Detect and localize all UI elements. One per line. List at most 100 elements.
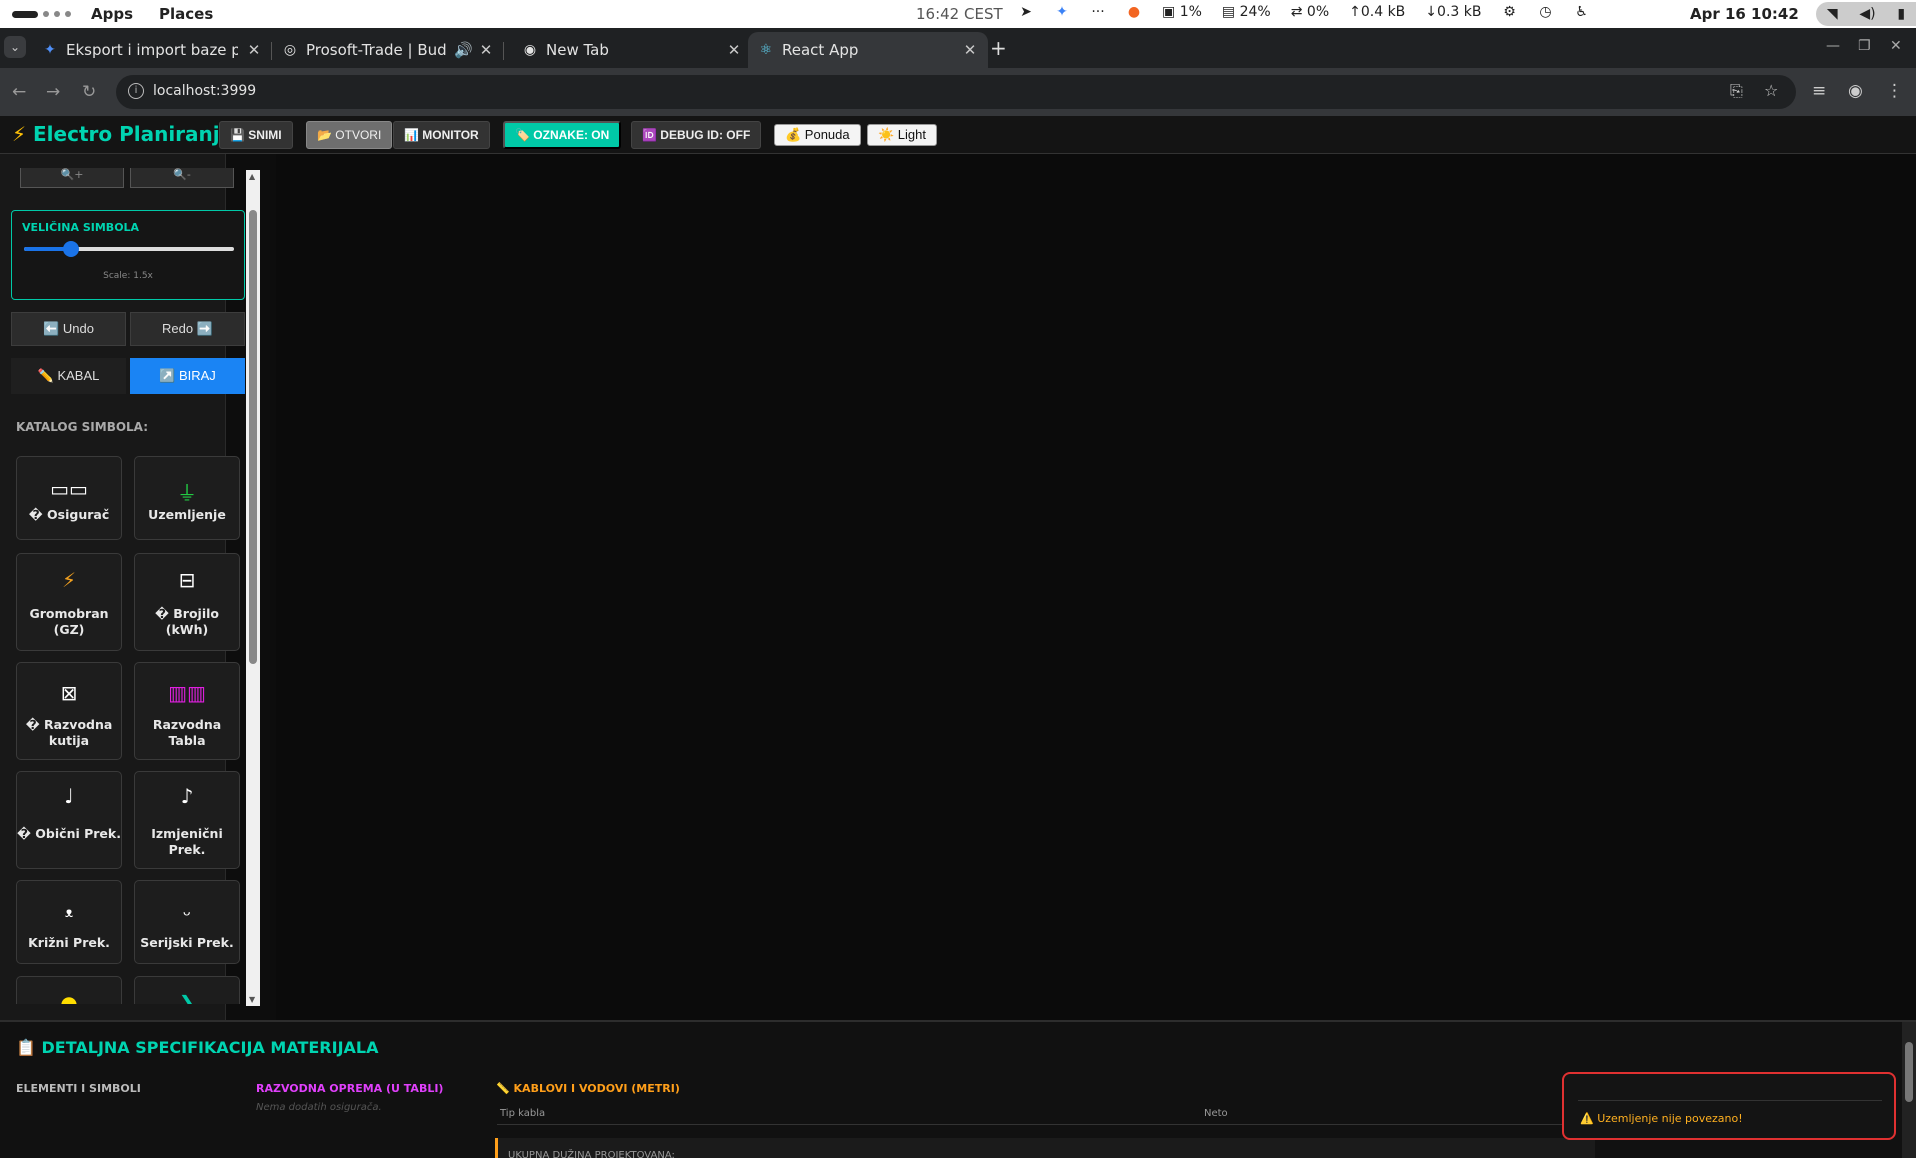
chrome-icon: ◉ <box>523 42 537 58</box>
memory-icon: ▤ <box>1221 4 1236 20</box>
symbol-name: � Brojilo (kWh) <box>155 606 219 637</box>
accessibility-icon[interactable]: ♿ <box>1573 4 1589 20</box>
globe-icon: ◎ <box>283 42 297 58</box>
alert-icon[interactable]: ● <box>1126 4 1142 20</box>
symbol-card-simple-switch[interactable]: ♩ � Obični Prek. <box>16 771 122 869</box>
swap-indicator: ⇄ 0% <box>1290 4 1330 20</box>
net-down-indicator: ↓0.3 kB <box>1425 4 1482 20</box>
battery-icon: ▮ <box>1897 6 1906 22</box>
cable-net-header: Neto <box>1204 1108 1228 1119</box>
browser-toolbar: ← → ↻ i localhost:3999 ⎘ ☆ ≡ ◉ ⋮ <box>0 68 1916 116</box>
close-icon[interactable]: ✕ <box>478 41 494 59</box>
symbol-card-cross-switch[interactable]: ᵜ Križni Prek. <box>16 880 122 964</box>
symbol-card-meter[interactable]: ⊟ � Brojilo (kWh) <box>134 553 240 651</box>
meter-icon: ⊟ <box>178 568 196 592</box>
new-tab-button[interactable]: + <box>990 36 1007 60</box>
clock-icon[interactable]: ◷ <box>1537 4 1553 20</box>
simple-switch-icon: ♩ <box>64 784 74 808</box>
react-icon: ⚛ <box>759 42 773 58</box>
sidebar-scrollbar[interactable]: ▲ ▼ <box>246 170 260 1006</box>
symbol-name: Izmjenični Prek. <box>151 826 223 857</box>
close-icon[interactable]: ✕ <box>726 41 742 59</box>
close-icon[interactable]: ✕ <box>962 41 978 59</box>
fuse-icon: ▭▭ <box>50 477 88 501</box>
sparkle-icon[interactable]: ✦ <box>1054 4 1070 20</box>
install-app-icon[interactable]: ⎘ <box>1730 81 1743 101</box>
drawing-canvas[interactable] <box>276 154 1916 1020</box>
monitor-button[interactable]: 📊 MONITOR <box>393 121 490 149</box>
cross-switch-icon: ᵜ <box>65 903 73 927</box>
warning-toast: ⚠️ Uzemljenje nije povezano! <box>1562 1072 1896 1140</box>
total-length-row: UKUPNA DUŽINA PROJEKTOVANA: <box>495 1138 1595 1158</box>
profile-icon[interactable]: ◉ <box>1848 81 1863 101</box>
extension-icon[interactable]: ⚙ <box>1501 4 1517 20</box>
offer-button[interactable]: 💰 Ponuda <box>774 124 861 146</box>
cables-column-header: 📏 KABLOVI I VODOVI (METRI) <box>496 1082 680 1095</box>
symbol-card-series-switch[interactable]: ᵕ Serijski Prek. <box>134 880 240 964</box>
close-window-icon[interactable]: ✕ <box>1890 38 1902 54</box>
open-button[interactable]: 📂 OTVORI <box>306 121 393 149</box>
cable-type-header: Tip kabla <box>500 1108 546 1119</box>
symbol-card-junction-box[interactable]: ⊠ � Razvodna kutija <box>16 662 122 760</box>
symbol-catalog: ▭▭ � Osigurač ⏚ Uzemljenje ⚡ Gromobran (GZ) ⊟ �… <box>0 0 246 1004</box>
symbol-name: Serijski Prek. <box>140 935 234 950</box>
labels-toggle-button[interactable]: 🏷️ OZNAKE: ON <box>503 121 622 149</box>
media-control-icon[interactable]: ≡ <box>1812 81 1826 101</box>
lamp-icon: ● <box>60 991 78 1004</box>
symbol-card-distribution-board[interactable]: ▥▥ Razvodna Tabla <box>134 662 240 760</box>
debug-id-toggle-button[interactable]: 🆔 DEBUG ID: OFF <box>631 121 762 149</box>
symbol-card-fuse[interactable]: ▭▭ � Osigurač <box>16 456 122 540</box>
swap-icon: ⇄ <box>1290 4 1303 20</box>
browser-tab-4[interactable]: ⚛ React App ✕ <box>748 32 988 68</box>
speaker-icon[interactable]: 🔊 <box>454 41 473 59</box>
spec-title: 📋 DETALJNA SPECIFIKACIJA MATERIJALA <box>16 1038 379 1057</box>
symbol-card-socket[interactable]: ❯ <box>134 976 240 1004</box>
tab-title: Prosoft-Trade | Budućn <box>306 41 446 59</box>
symbol-name: Razvodna Tabla <box>152 717 222 748</box>
scroll-down-icon[interactable]: ▼ <box>249 995 255 1004</box>
symbol-name: Križni Prek. <box>28 935 110 950</box>
close-icon[interactable]: ✕ <box>246 41 262 59</box>
symbol-card-lightning-rod[interactable]: ⚡ Gromobran (GZ) <box>16 553 122 651</box>
spec-scrollbar[interactable] <box>1902 1022 1916 1158</box>
app-header: ⚡ Electro Planiranje 💾 SNIMI 📂 OTVORI 📊 … <box>0 116 1916 154</box>
browser-tab-2[interactable]: ◎ Prosoft-Trade | Budućn 🔊 ✕ <box>272 32 504 68</box>
more-icon[interactable]: ··· <box>1090 4 1106 20</box>
volume-icon: ◀) <box>1859 6 1876 22</box>
symbol-name: Uzemljenje <box>148 507 226 522</box>
symbol-name: � Obični Prek. <box>17 826 121 841</box>
ground-icon: ⏚ <box>177 481 197 505</box>
socket-icon: ❯ <box>178 991 196 1004</box>
system-tray: ➤ ✦ ··· ● ▣ 1% ▤ 24% ⇄ 0% ↑0.4 kB ↓0.3 k… <box>1018 4 1589 20</box>
kebab-menu-icon[interactable]: ⋮ <box>1886 81 1903 101</box>
telegram-icon[interactable]: ➤ <box>1018 4 1034 20</box>
symbol-card-ground[interactable]: ⏚ Uzemljenje <box>134 456 240 540</box>
minimize-icon[interactable]: — <box>1826 38 1840 54</box>
address-bar[interactable]: i localhost:3999 ⎘ ☆ <box>116 75 1796 109</box>
net-up-indicator: ↑0.4 kB <box>1349 4 1406 20</box>
symbol-name: � Osigurač <box>28 507 110 522</box>
system-top-bar: Apps Places 16:42 CEST ➤ ✦ ··· ● ▣ 1% ▤ … <box>0 0 1916 28</box>
lightning-rod-icon: ⚡ <box>61 568 77 592</box>
junction-box-icon: ⊠ <box>60 681 78 705</box>
restore-icon[interactable]: ❐ <box>1858 38 1871 54</box>
date-time[interactable]: Apr 16 10:42 <box>1690 5 1799 23</box>
scroll-thumb[interactable] <box>1905 1042 1913 1102</box>
symbol-card-two-way-switch[interactable]: ♪ Izmjenični Prek. <box>134 771 240 869</box>
board-column-header: RAZVODNA OPREMA (U TABLI) <box>256 1082 444 1095</box>
bookmark-star-icon[interactable]: ☆ <box>1764 81 1778 100</box>
scroll-up-icon[interactable]: ▲ <box>249 172 255 181</box>
tab-title: New Tab <box>546 41 609 59</box>
browser-tab-strip: ⌄ ✦ Eksport i import baze pod ✕ ◎ Prosof… <box>0 28 1916 68</box>
symbol-name: Gromobran (GZ) <box>29 606 109 637</box>
board-empty-text: Nema dodatih osigurača. <box>256 1102 382 1113</box>
browser-tab-3[interactable]: ◉ New Tab ✕ <box>512 32 752 68</box>
scroll-thumb[interactable] <box>249 210 257 664</box>
symbol-name: � Razvodna kutija <box>25 717 113 748</box>
theme-toggle-button[interactable]: ☀️ Light <box>867 124 937 146</box>
cpu-indicator: ▣ 1% <box>1162 4 1202 20</box>
wifi-icon: ◥ <box>1826 6 1838 22</box>
symbol-card-lamp[interactable]: ● <box>16 976 122 1004</box>
system-menu[interactable]: ◥ ◀) ▮ <box>1816 2 1916 26</box>
upload-icon: ↑ <box>1349 4 1361 20</box>
